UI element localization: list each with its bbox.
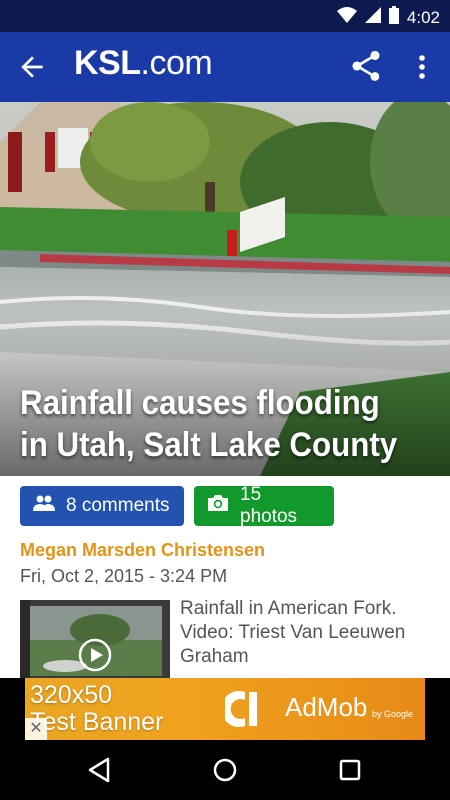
battery-icon	[388, 6, 399, 29]
status-icons: 4:02	[336, 6, 440, 29]
more-vert-icon	[419, 55, 425, 79]
back-button[interactable]	[16, 51, 48, 83]
back-arrow-icon	[21, 56, 43, 78]
photos-button[interactable]: 15 photos	[194, 484, 334, 527]
ad-banner[interactable]: 320x50 Test Banner ✕ AdMob by Google	[0, 678, 450, 740]
status-bar: 4:02	[0, 0, 450, 32]
ksl-logo[interactable]: KSL.com	[74, 44, 213, 83]
logo-main: KSL	[74, 44, 141, 82]
play-icon	[78, 638, 112, 672]
ad-text-line1: 320x50	[30, 681, 113, 709]
ad-text-line2: Test Banner	[30, 708, 164, 736]
admob-logo-icon	[225, 691, 257, 727]
nav-back-icon	[88, 757, 110, 783]
ad-close-button[interactable]: ✕	[25, 718, 47, 740]
video-thumbnail[interactable]	[20, 600, 170, 680]
ad-content[interactable]: 320x50 Test Banner ✕ AdMob by Google	[25, 678, 425, 740]
article-actions: 8 comments 15 photos	[20, 484, 334, 527]
article-title: Rainfall causes flooding in Utah, Salt L…	[20, 384, 398, 464]
status-time: 4:02	[406, 7, 440, 27]
hero-image[interactable]: Rainfall causes flooding in Utah, Salt L…	[0, 102, 450, 476]
wifi-icon	[336, 7, 357, 28]
admob-brand: AdMob	[285, 692, 368, 722]
logo-suffix: .com	[140, 44, 213, 82]
camera-icon	[206, 493, 230, 519]
share-icon	[352, 51, 380, 81]
ad-text: 320x50 Test Banner	[30, 682, 163, 736]
nav-home-button[interactable]	[211, 756, 239, 784]
nav-recents-icon	[339, 759, 361, 781]
more-options-button[interactable]	[410, 50, 434, 84]
people-icon	[32, 494, 56, 518]
article-date: Fri, Oct 2, 2015 - 3:24 PM	[20, 566, 228, 586]
video-caption[interactable]: Rainfall in American Fork. Video: Triest…	[180, 597, 430, 669]
nav-recents-button[interactable]	[336, 756, 364, 784]
app-bar: KSL.com	[0, 32, 450, 102]
comments-label: 8 comments	[66, 495, 170, 516]
admob-by-google: by Google	[372, 709, 414, 719]
nav-back-button[interactable]	[86, 756, 114, 784]
photos-label: 15 photos	[240, 484, 298, 527]
nav-home-icon	[213, 758, 237, 782]
system-nav-bar	[0, 740, 450, 800]
comments-button[interactable]: 8 comments	[20, 486, 184, 526]
share-button[interactable]	[348, 48, 384, 84]
author-link[interactable]: Megan Marsden Christensen	[20, 540, 265, 561]
signal-icon	[364, 7, 381, 28]
